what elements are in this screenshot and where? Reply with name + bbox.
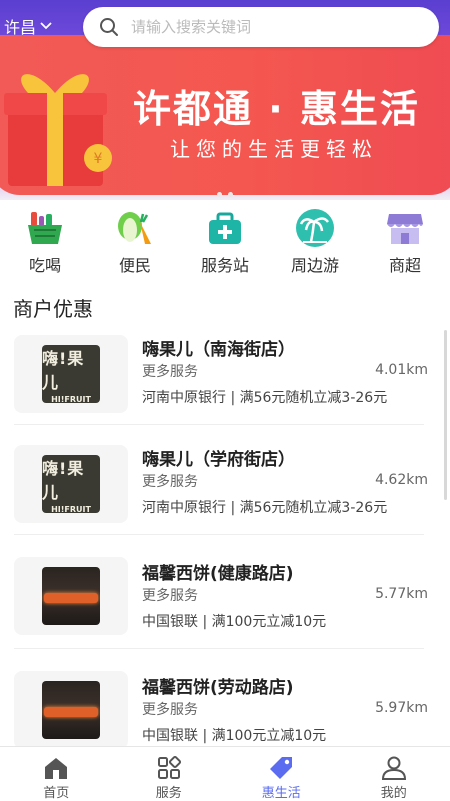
carousel-indicator [217, 192, 233, 197]
vegetables-icon [115, 208, 155, 248]
merchant-name: 福馨西饼(劳动路店) [142, 673, 294, 698]
merchant-distance: 4.62km [375, 472, 428, 488]
category-label: 商超 [389, 252, 421, 276]
merchant-distance: 5.97km [375, 700, 428, 716]
merchant-name: 嗨果儿（学府街店） [142, 445, 295, 470]
merchant-distance: 4.01km [375, 362, 428, 378]
category-service-station[interactable]: 服务站 [180, 208, 270, 278]
grid-icon [156, 755, 182, 781]
banner-title: 许都通 · 惠生活 [133, 78, 420, 133]
bottom-tab-bar: 首页 服务 惠生活 我的 [0, 746, 450, 801]
first-aid-kit-icon [205, 208, 245, 248]
tab-label: 服务 [156, 782, 182, 801]
category-supermarket[interactable]: 商超 [360, 208, 450, 278]
merchant-item[interactable]: 福馨西饼(健康路店) 更多服务 5.77km 中国银联 | 满100元立减10元 [0, 550, 450, 660]
divider [14, 648, 424, 649]
merchant-distance: 5.77km [375, 586, 428, 602]
tab-label: 首页 [43, 782, 69, 801]
chevron-down-icon [40, 22, 52, 30]
category-label: 周边游 [291, 252, 339, 276]
merchant-thumbnail: 嗨!果儿 HI!FRUIT [14, 335, 128, 413]
city-selector[interactable]: 许昌 [4, 14, 52, 38]
merchant-logo: 嗨!果儿 HI!FRUIT [42, 345, 100, 403]
search-bar[interactable] [83, 7, 439, 47]
merchant-logo: 嗨!果儿 HI!FRUIT [42, 455, 100, 513]
category-convenience[interactable]: 便民 [90, 208, 180, 278]
section-title: 商户优惠 [13, 293, 93, 322]
merchant-name: 福馨西饼(健康路店) [142, 559, 294, 584]
category-label: 吃喝 [29, 252, 61, 276]
merchant-photo [42, 567, 100, 625]
merchant-thumbnail: 嗨!果儿 HI!FRUIT [14, 445, 128, 523]
merchant-thumbnail [14, 557, 128, 635]
more-services[interactable]: 更多服务 [142, 361, 198, 381]
category-label: 便民 [119, 252, 151, 276]
user-icon [381, 755, 407, 781]
city-label: 许昌 [4, 14, 36, 38]
search-input[interactable] [129, 17, 413, 37]
merchant-item[interactable]: 嗨!果儿 HI!FRUIT 嗨果儿（学府街店） 更多服务 4.62km 河南中原… [0, 440, 450, 550]
tab-services[interactable]: 服务 [113, 747, 226, 801]
carousel-dot [217, 192, 222, 197]
merchant-promo: 河南中原银行 | 满56元随机立减3-26元 [142, 387, 387, 407]
tab-home[interactable]: 首页 [0, 747, 113, 801]
store-awning-icon [385, 208, 425, 248]
basket-icon [25, 208, 65, 248]
palm-tree-icon [295, 208, 335, 248]
more-services[interactable]: 更多服务 [142, 471, 198, 491]
home-icon [43, 755, 69, 781]
merchant-name: 嗨果儿（南海街店） [142, 335, 295, 360]
category-bar: 吃喝 便民 服务站 周边游 商 [0, 208, 450, 278]
divider [14, 424, 424, 425]
svg-text:¥: ¥ [94, 151, 103, 167]
gift-box-icon: ¥ [0, 58, 120, 193]
category-food[interactable]: 吃喝 [0, 208, 90, 278]
search-icon [99, 17, 119, 37]
tab-label: 惠生活 [262, 782, 301, 801]
tab-hui-life[interactable]: 惠生活 [225, 747, 338, 801]
category-label: 服务站 [201, 252, 249, 276]
scrollbar[interactable] [444, 330, 447, 500]
merchant-photo [42, 681, 100, 739]
merchant-item[interactable]: 嗨!果儿 HI!FRUIT 嗨果儿（南海街店） 更多服务 4.01km 河南中原… [0, 330, 450, 440]
tag-icon [268, 755, 294, 781]
more-services[interactable]: 更多服务 [142, 585, 198, 605]
merchant-promo: 中国银联 | 满100元立减10元 [142, 611, 326, 631]
tab-label: 我的 [381, 782, 407, 801]
more-services[interactable]: 更多服务 [142, 699, 198, 719]
tab-mine[interactable]: 我的 [338, 747, 450, 801]
carousel-dot [228, 192, 233, 197]
merchant-thumbnail [14, 671, 128, 749]
merchant-promo: 中国银联 | 满100元立减10元 [142, 725, 326, 745]
category-nearby-travel[interactable]: 周边游 [270, 208, 360, 278]
divider [14, 534, 424, 535]
merchant-promo: 河南中原银行 | 满56元随机立减3-26元 [142, 497, 387, 517]
banner-subtitle: 让您的生活更轻松 [170, 133, 378, 162]
